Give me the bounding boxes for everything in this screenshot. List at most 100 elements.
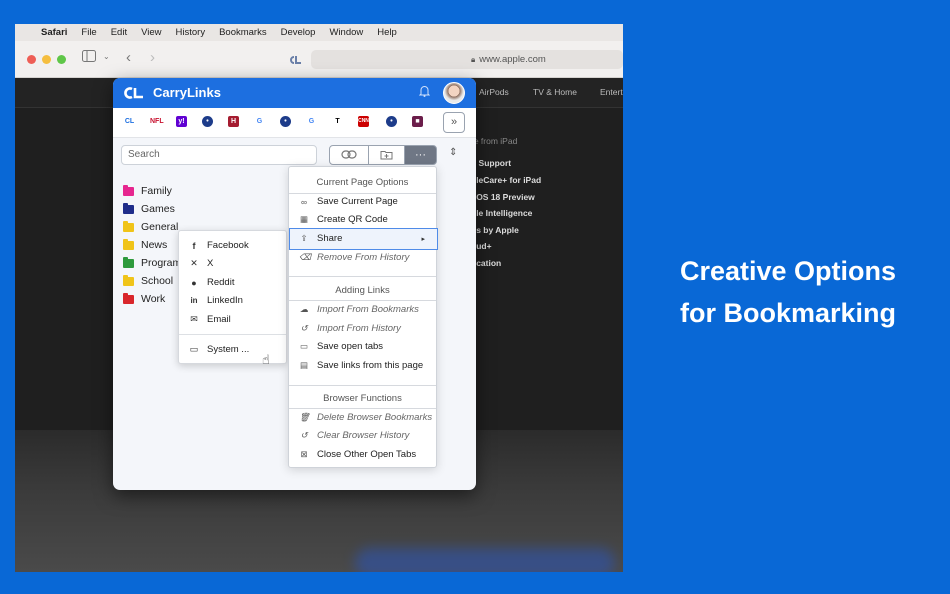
- clear-browser-history-item[interactable]: ↺ Clear Browser History: [299, 430, 435, 441]
- menu-develop[interactable]: Develop: [281, 27, 316, 38]
- add-folder-icon[interactable]: [368, 145, 405, 165]
- option-label: Close Other Open Tabs: [317, 449, 417, 460]
- back-arrow-icon[interactable]: ‹: [126, 49, 131, 66]
- share-system[interactable]: ▭ System ...: [189, 344, 250, 355]
- folder-icon: [123, 292, 134, 304]
- share-email[interactable]: ✉︎ Email: [189, 314, 231, 325]
- share-item-label: System ...: [207, 344, 250, 355]
- import-history-item[interactable]: ↺ Import From History: [299, 323, 435, 334]
- avatar[interactable]: [443, 82, 465, 104]
- website-nav-item[interactable]: Entert: [600, 87, 623, 97]
- menu-window[interactable]: Window: [329, 27, 363, 38]
- folder-label: Program: [141, 257, 182, 269]
- favicon-icon[interactable]: G: [254, 116, 265, 127]
- website-menu-item[interactable]: pleCare+ for iPad: [471, 175, 541, 185]
- folder-icon: [123, 220, 134, 232]
- menu-edit[interactable]: Edit: [111, 27, 127, 38]
- link-icon[interactable]: [329, 145, 369, 165]
- folder-label: News: [141, 239, 168, 251]
- share-icon: ⇪: [300, 233, 308, 243]
- reddit-icon: ●: [191, 277, 197, 288]
- chevron-down-icon[interactable]: ⌄: [103, 52, 110, 61]
- more-options-icon[interactable]: ···: [404, 145, 437, 165]
- section-header: Adding Links: [335, 285, 390, 296]
- address-bar[interactable]: 🔒︎ www.apple.com: [311, 50, 623, 69]
- envelope-icon: ✉︎: [190, 314, 198, 324]
- website-nav-item[interactable]: TV & Home: [533, 87, 577, 97]
- save-current-page-item[interactable]: ∞ Save Current Page: [299, 196, 435, 207]
- website-menu-item[interactable]: ps by Apple: [471, 225, 519, 235]
- share-item-content[interactable]: ⇪ Share ▸: [299, 233, 435, 244]
- menu-history[interactable]: History: [176, 27, 206, 38]
- folder-item[interactable]: General: [123, 218, 181, 236]
- website-menu-item[interactable]: dOS 18 Preview: [471, 192, 535, 202]
- favicon-icon[interactable]: T: [332, 116, 343, 127]
- sidebar-toggle-icon[interactable]: [82, 50, 96, 65]
- cloud-upload-icon: ☁︎: [299, 304, 309, 314]
- folder-item[interactable]: Work: [123, 290, 181, 308]
- share-linkedin[interactable]: in LinkedIn: [189, 295, 243, 306]
- option-label: Delete Browser Bookmarks: [317, 412, 433, 423]
- qr-code-icon: ▦: [299, 214, 309, 224]
- carrylinks-extension-icon[interactable]: [288, 53, 302, 68]
- folder-label: General: [141, 221, 179, 233]
- favicon-icon[interactable]: H: [228, 116, 239, 127]
- popup-title: CarryLinks: [153, 85, 221, 100]
- safari-toolbar: ⌄ ‹ › 🔒︎ www.apple.com: [15, 41, 623, 78]
- zoom-window-button[interactable]: [57, 55, 66, 64]
- import-bookmarks-item[interactable]: ☁︎ Import From Bookmarks: [299, 304, 435, 315]
- favicon-icon[interactable]: y!: [176, 116, 187, 127]
- folder-item[interactable]: School: [123, 272, 181, 290]
- share-item-label: Facebook: [207, 240, 249, 251]
- lock-icon: 🔒︎: [471, 54, 476, 64]
- option-label: Remove From History: [317, 252, 410, 263]
- close-window-button[interactable]: [27, 55, 36, 64]
- save-open-tabs-item[interactable]: ▭ Save open tabs: [299, 341, 435, 352]
- folder-item[interactable]: Family: [123, 182, 181, 200]
- carrylinks-logo-icon: [123, 86, 143, 100]
- save-links-item[interactable]: ▤ Save links from this page: [299, 360, 435, 371]
- sort-icon[interactable]: ⇕: [449, 147, 457, 158]
- headline-line-1: Creative Options: [679, 256, 897, 286]
- chevron-right-icon: ▸: [421, 235, 425, 243]
- bell-icon[interactable]: [418, 85, 431, 100]
- forward-arrow-icon[interactable]: ›: [150, 49, 155, 66]
- favicon-icon[interactable]: CNN: [358, 116, 369, 127]
- folder-item[interactable]: News: [123, 236, 181, 254]
- delete-browser-bookmarks-item[interactable]: 🗑︎ Delete Browser Bookmarks: [299, 412, 435, 423]
- minimize-window-button[interactable]: [42, 55, 51, 64]
- favicon-icon[interactable]: CL: [124, 116, 135, 127]
- folder-item[interactable]: Games: [123, 200, 181, 218]
- options-menu: Current Page Options ∞ Save Current Page …: [288, 166, 438, 468]
- expand-favorites-button[interactable]: »: [443, 112, 465, 133]
- menu-file[interactable]: File: [81, 27, 96, 38]
- menu-bookmarks[interactable]: Bookmarks: [219, 27, 267, 38]
- menu-help[interactable]: Help: [377, 27, 397, 38]
- website-menu-item[interactable]: d Support: [471, 158, 511, 168]
- website-menu-item[interactable]: ple Intelligence: [471, 208, 532, 218]
- popup-header: CarryLinks: [113, 78, 476, 108]
- favicon-icon[interactable]: •: [280, 116, 291, 127]
- folder-label: Family: [141, 185, 172, 197]
- favicon-icon[interactable]: •: [386, 116, 397, 127]
- divider: [289, 385, 436, 386]
- favicon-icon[interactable]: ■: [412, 116, 423, 127]
- close-other-tabs-item[interactable]: ⊠ Close Other Open Tabs: [299, 449, 435, 460]
- headline-line-2: for Bookmarking: [679, 298, 897, 328]
- share-submenu: f Facebook ✕ X ● Reddit in LinkedIn ✉︎ Email …: [178, 230, 287, 364]
- search-input[interactable]: Search: [121, 145, 317, 165]
- menu-view[interactable]: View: [141, 27, 161, 38]
- share-item-label: LinkedIn: [207, 295, 243, 306]
- website-menu-heading: re from iPad: [471, 136, 518, 146]
- remove-from-history-item[interactable]: ⌫ Remove From History: [299, 252, 435, 263]
- favicon-icon[interactable]: G: [306, 116, 317, 127]
- website-nav-item[interactable]: AirPods: [479, 87, 509, 97]
- folder-item[interactable]: Program: [123, 254, 181, 272]
- favicon-icon[interactable]: NFL: [150, 116, 164, 127]
- share-x[interactable]: ✕ X: [189, 258, 213, 269]
- share-facebook[interactable]: f Facebook: [189, 240, 249, 251]
- create-qr-code-item[interactable]: ▦ Create QR Code: [299, 214, 435, 225]
- menu-app-name[interactable]: Safari: [41, 27, 67, 38]
- favicon-icon[interactable]: •: [202, 116, 213, 127]
- share-reddit[interactable]: ● Reddit: [189, 277, 234, 288]
